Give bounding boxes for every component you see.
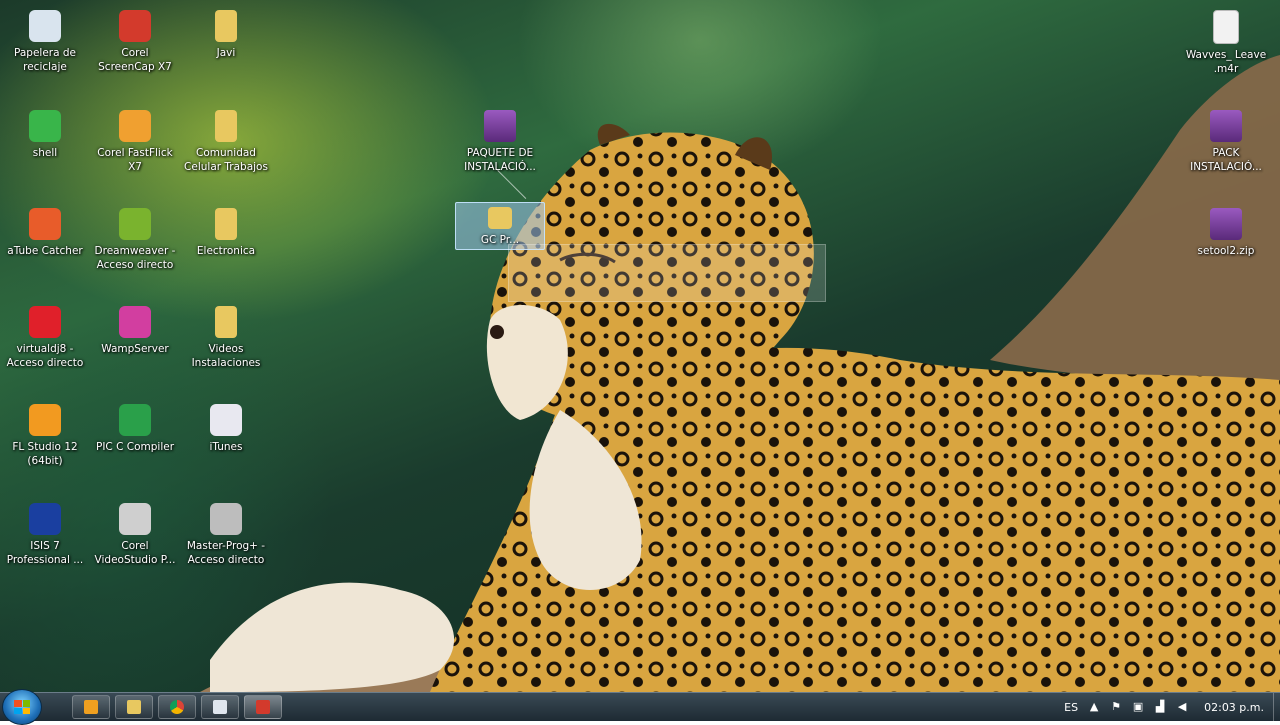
desktop-icon-label: PACK INSTALACIÓ... (1190, 147, 1262, 173)
desktop-icon-label: Dreamweaver - Acceso directo (94, 245, 176, 271)
wampserver-icon (119, 306, 151, 338)
isis-icon (29, 503, 61, 535)
shell-icon (29, 110, 61, 142)
desktop-icon[interactable]: Corel FastFlick X7 (90, 104, 180, 174)
desktop-icon[interactable]: WampServer (90, 300, 180, 356)
volume-icon[interactable]: ◀ (1176, 701, 1188, 713)
screencap-icon (256, 700, 270, 714)
desktop-icon-selected[interactable]: GC Pr... (455, 202, 545, 250)
desktop-icon-pack[interactable]: PACK INSTALACIÓ... (1181, 104, 1271, 174)
desktop-icon-label: PIC C Compiler (95, 441, 175, 453)
desktop-icon[interactable]: Papelera de reciclaje (0, 4, 90, 74)
desktop-icon-label: Papelera de reciclaje (13, 47, 76, 73)
language-indicator[interactable]: ES (1064, 701, 1078, 714)
desktop-icon[interactable]: shell (0, 104, 90, 160)
desktop-icon[interactable]: PIC C Compiler (90, 398, 180, 454)
calculator-icon (213, 700, 227, 714)
winrar-icon (1210, 208, 1242, 240)
desktop-icon-label: Electronica (196, 245, 256, 257)
desktop-icon-label: Comunidad Celular Trabajos (184, 147, 268, 173)
desktop-icon[interactable]: Dreamweaver - Acceso directo (90, 202, 180, 272)
desktop-icon-label: iTunes (209, 441, 243, 453)
folder-icon (215, 10, 237, 42)
desktop-icon[interactable]: virtualdj8 - Acceso directo (0, 300, 90, 370)
desktop-icon-label: shell (32, 147, 58, 159)
desktop-icon-label: Corel ScreenCap X7 (98, 47, 172, 73)
masterprog-icon (210, 503, 242, 535)
desktop-icon-label: virtualdj8 - Acceso directo (6, 343, 84, 369)
clock[interactable]: 02:03 p.m. (1204, 701, 1264, 714)
chrome-icon (170, 700, 184, 714)
desktop-icon[interactable]: FL Studio 12 (64bit) (0, 398, 90, 468)
videostudio-icon (119, 503, 151, 535)
taskbar-button-screencap[interactable] (244, 695, 282, 719)
desktop-icon-label: Corel VideoStudio P... (94, 540, 176, 566)
taskbar: ES ▲ ⚑ ▣ ▟ ◀ 02:03 p.m. (0, 689, 1280, 725)
atube-icon (29, 208, 61, 240)
desktop-icon-label: ISIS 7 Professional ... (6, 540, 84, 566)
folder-icon (215, 208, 237, 240)
system-tray: ES ▲ ⚑ ▣ ▟ ◀ 02:03 p.m. (1064, 693, 1272, 721)
desktop-icon-label: Videos Instalaciones (191, 343, 261, 369)
drag-tooltip (508, 244, 826, 302)
media-player-icon (84, 700, 98, 714)
taskbar-button-explorer[interactable] (115, 695, 153, 719)
desktop-icon-label: Corel FastFlick X7 (97, 147, 173, 173)
desktop-icon[interactable]: Electronica (181, 202, 271, 258)
picc-icon (119, 404, 151, 436)
desktop-icon-label: aTube Catcher (7, 245, 83, 257)
winrar-icon (1210, 110, 1242, 142)
folder-icon (127, 700, 141, 714)
taskbar-button-calculator[interactable] (201, 695, 239, 719)
desktop: Papelera de reciclaje Corel ScreenCap X7 J… (0, 0, 1280, 692)
windows-logo-icon (14, 700, 30, 714)
taskbar-button-chrome[interactable] (158, 695, 196, 719)
action-center-flag-icon[interactable]: ⚑ (1110, 701, 1122, 713)
desktop-icon[interactable]: ISIS 7 Professional ... (0, 497, 90, 567)
folder-icon (215, 306, 237, 338)
desktop-icon-label: Wavves_ Leave .m4r (1185, 49, 1267, 75)
desktop-icon-label: setool2.zip (1197, 245, 1255, 257)
desktop-icon[interactable]: Javi (181, 4, 271, 60)
desktop-icon-label: Javi (216, 47, 236, 59)
usb-device-icon[interactable]: ▣ (1132, 701, 1144, 713)
desktop-icon-paquete[interactable]: PAQUETE DE INSTALACIÓ... (455, 104, 545, 174)
screencap-icon (119, 10, 151, 42)
desktop-icon[interactable]: aTube Catcher (0, 202, 90, 258)
taskbar-button-media-player[interactable] (72, 695, 110, 719)
desktop-icon-label: PAQUETE DE INSTALACIÓ... (464, 147, 536, 173)
itunes-icon (210, 404, 242, 436)
desktop-icon[interactable]: Corel ScreenCap X7 (90, 4, 180, 74)
winrar-icon (484, 110, 516, 142)
desktop-icon-label: Master-Prog+ - Acceso directo (186, 540, 266, 566)
desktop-icon-label: FL Studio 12 (64bit) (12, 441, 78, 467)
desktop-icon[interactable]: Videos Instalaciones (181, 300, 271, 370)
flstudio-icon (29, 404, 61, 436)
recycle-bin-icon (29, 10, 61, 42)
desktop-icon[interactable]: iTunes (181, 398, 271, 454)
chevron-up-icon[interactable]: ▲ (1088, 701, 1100, 713)
desktop-icon[interactable]: Comunidad Celular Trabajos (181, 104, 271, 174)
desktop-icon[interactable]: Master-Prog+ - Acceso directo (181, 497, 271, 567)
folder-icon (488, 207, 512, 229)
folder-icon (215, 110, 237, 142)
desktop-icon-label: WampServer (101, 343, 169, 355)
fastflick-icon (119, 110, 151, 142)
audio-file-icon (1213, 10, 1239, 44)
wifi-signal-icon[interactable]: ▟ (1154, 701, 1166, 713)
show-desktop-button[interactable] (1273, 693, 1280, 721)
desktop-icon[interactable]: Corel VideoStudio P... (90, 497, 180, 567)
dreamweaver-icon (119, 208, 151, 240)
virtualdj-icon (29, 306, 61, 338)
desktop-icon-wavves[interactable]: Wavves_ Leave .m4r (1181, 4, 1271, 76)
desktop-icon-setool[interactable]: setool2.zip (1181, 202, 1271, 258)
